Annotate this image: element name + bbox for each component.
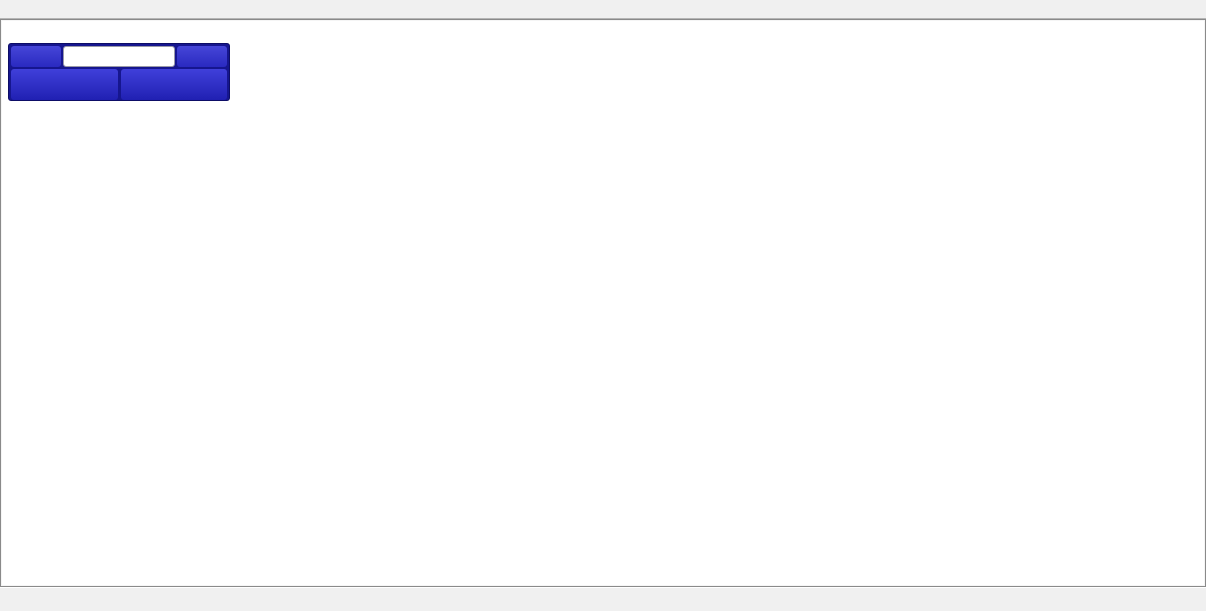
trading-terminal xyxy=(0,0,1206,611)
sell-quote[interactable] xyxy=(11,69,118,100)
lot-size-input[interactable] xyxy=(64,47,174,66)
sell-button[interactable] xyxy=(11,46,61,67)
buy-button[interactable] xyxy=(177,46,227,67)
lot-size-group xyxy=(63,46,175,67)
buy-quote[interactable] xyxy=(120,69,227,100)
one-click-trade-panel xyxy=(8,43,230,101)
chart-window[interactable] xyxy=(0,19,1206,587)
chart-tab-bar xyxy=(0,587,1206,611)
timeframe-toolbar xyxy=(0,0,1206,19)
chart-canvas[interactable] xyxy=(1,20,1205,586)
